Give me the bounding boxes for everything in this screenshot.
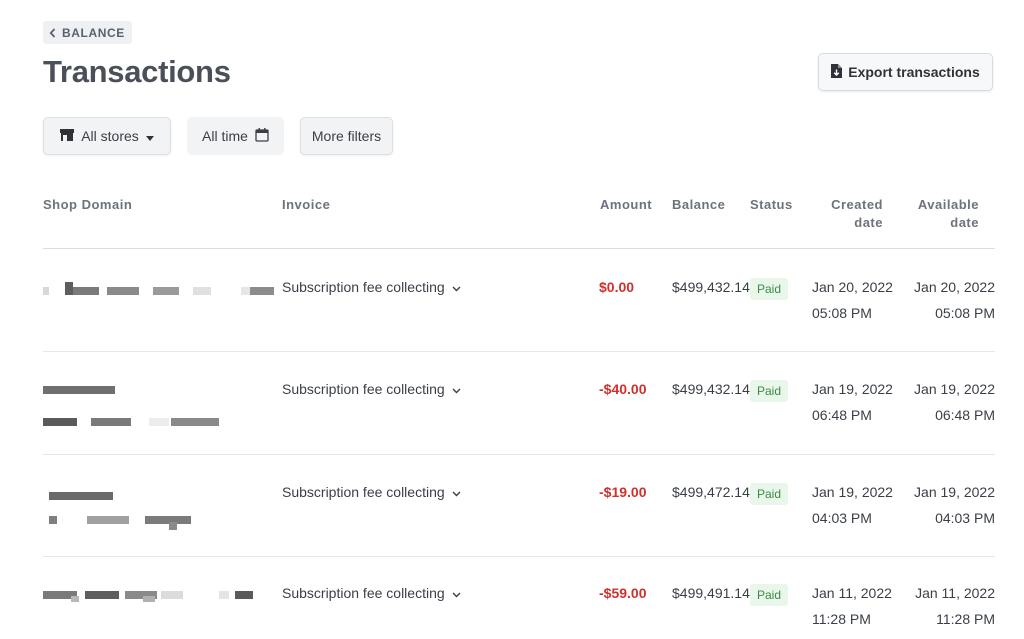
chevron-down-icon: [452, 479, 461, 505]
amount-value: -$40.00: [599, 381, 647, 397]
status-badge: Paid: [750, 584, 789, 606]
column-header-shop-domain: Shop Domain: [43, 197, 133, 212]
caret-down-icon: [145, 128, 154, 144]
all-stores-dropdown[interactable]: All stores: [43, 117, 171, 155]
invoice-dropdown[interactable]: Subscription fee collecting: [282, 376, 461, 402]
amount-value: $0.00: [599, 279, 635, 295]
invoice-dropdown[interactable]: Subscription fee collecting: [282, 274, 461, 300]
available-date: Jan 19, 2022 04:03 PM: [914, 484, 995, 526]
more-filters-button[interactable]: More filters: [300, 117, 393, 155]
balance-value: $499,432.14: [672, 381, 750, 397]
store-icon: [60, 128, 75, 144]
table-row[interactable]: Subscription fee collecting -$59.00 $499…: [43, 557, 995, 639]
all-time-date-filter[interactable]: All time: [187, 117, 284, 155]
created-date: Jan 19, 2022 04:03 PM: [812, 484, 893, 526]
available-date: Jan 11, 2022 11:28 PM: [915, 585, 995, 627]
chevron-down-icon: [452, 376, 461, 402]
invoice-dropdown[interactable]: Subscription fee collecting: [282, 580, 461, 606]
export-label: Export transactions: [848, 64, 980, 80]
status-badge: Paid: [750, 278, 789, 300]
chevron-down-icon: [452, 580, 461, 606]
status-badge: Paid: [750, 380, 789, 402]
calendar-icon: [255, 127, 269, 145]
created-date: Jan 11, 2022 11:28 PM: [812, 585, 892, 627]
time-label: All time: [202, 128, 248, 144]
file-export-icon: [831, 63, 843, 81]
created-date: Jan 19, 2022 06:48 PM: [812, 381, 893, 423]
invoice-dropdown[interactable]: Subscription fee collecting: [282, 479, 461, 505]
amount-value: -$19.00: [599, 484, 647, 500]
chevron-left-icon: [49, 27, 56, 38]
balance-value: $499,491.14: [672, 585, 750, 601]
back-label: BALANCE: [62, 25, 125, 40]
column-header-status: Status: [750, 197, 793, 212]
available-date: Jan 20, 2022 05:08 PM: [914, 279, 995, 321]
export-transactions-button[interactable]: Export transactions: [818, 53, 993, 91]
table-row[interactable]: Subscription fee collecting $0.00 $499,4…: [43, 249, 995, 352]
stores-label: All stores: [81, 128, 139, 144]
column-header-created-date: Created date: [831, 197, 883, 230]
chevron-down-icon: [452, 274, 461, 300]
balance-value: $499,472.14: [672, 484, 750, 500]
table-row[interactable]: Subscription fee collecting -$40.00 $499…: [43, 352, 995, 455]
table-row[interactable]: Subscription fee collecting -$19.00 $499…: [43, 455, 995, 557]
more-filters-label: More filters: [311, 128, 382, 144]
column-header-balance: Balance: [672, 197, 726, 212]
created-date: Jan 20, 2022 05:08 PM: [812, 279, 893, 321]
status-badge: Paid: [750, 483, 789, 505]
page-title: Transactions: [43, 54, 231, 89]
column-header-available-date: Available date: [917, 197, 979, 230]
column-header-invoice: Invoice: [282, 197, 331, 212]
amount-value: -$59.00: [599, 585, 647, 601]
back-to-balance-button[interactable]: BALANCE: [43, 21, 132, 44]
available-date: Jan 19, 2022 06:48 PM: [914, 381, 995, 423]
balance-value: $499,432.14: [672, 279, 750, 295]
column-header-amount: Amount: [600, 197, 653, 212]
